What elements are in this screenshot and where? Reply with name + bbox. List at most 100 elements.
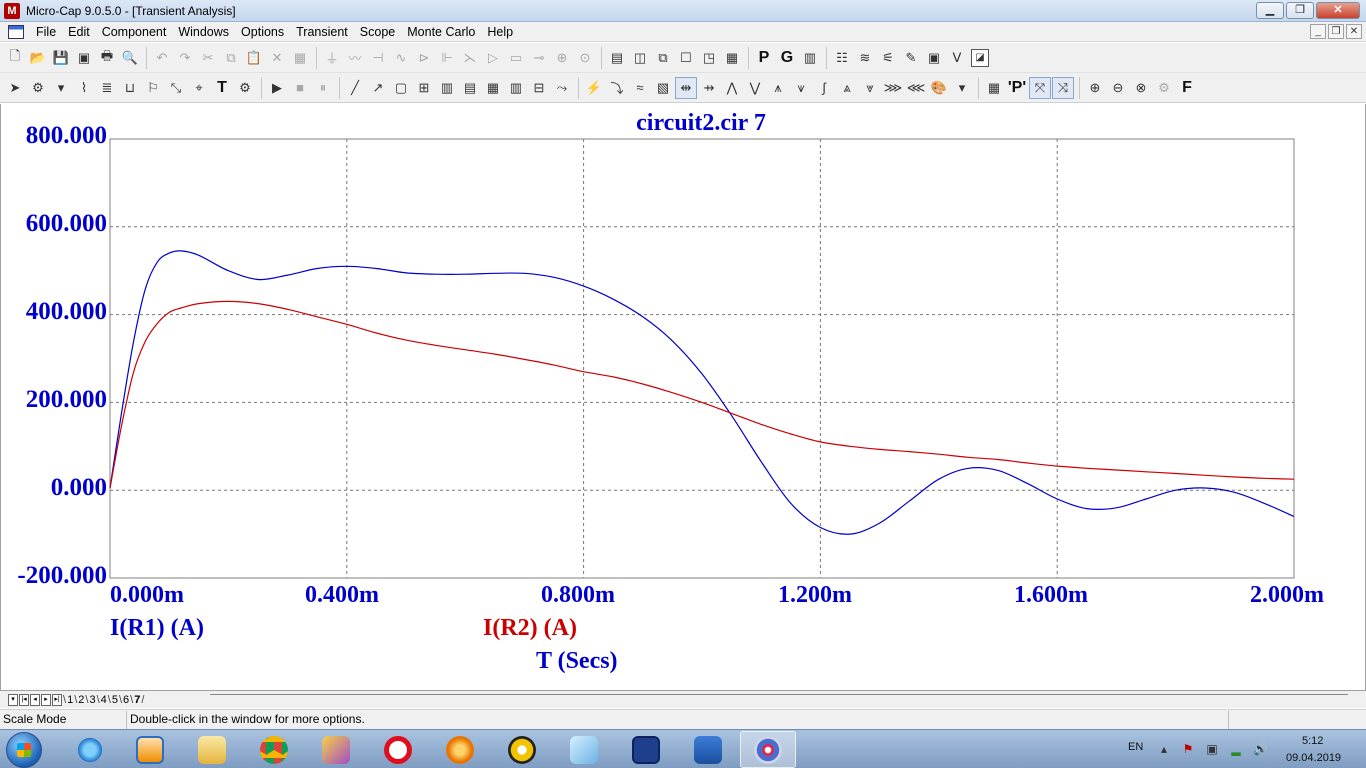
delete-icon[interactable]: ✕	[266, 47, 288, 69]
calculator-icon[interactable]: ▦	[721, 47, 743, 69]
taskbar-archicad[interactable]	[494, 731, 550, 768]
tag-mode-icon[interactable]: ⤧	[1029, 76, 1051, 99]
menu-transient[interactable]: Transient	[290, 25, 354, 39]
tile-vertical-icon[interactable]: ◫	[629, 47, 651, 69]
color-palette-icon[interactable]: 🎨	[928, 77, 950, 99]
column-grid-icon[interactable]: ▥	[436, 77, 458, 99]
taskbar-notepad[interactable]	[556, 731, 612, 768]
ground-component-icon[interactable]: ⏚	[321, 47, 343, 69]
high-icon[interactable]: ⩚	[767, 77, 789, 99]
page-tab-1[interactable]: 1	[66, 694, 74, 706]
next-page-icon[interactable]: ▸	[41, 693, 51, 706]
page-tab-4[interactable]: 4	[100, 694, 108, 706]
text-mode-button[interactable]: T	[211, 77, 233, 99]
select-arrow-icon[interactable]: ➤	[4, 77, 26, 99]
first-page-icon[interactable]: ▾	[8, 693, 18, 706]
pause-icon[interactable]: ⏸	[312, 77, 334, 99]
diode-component-icon[interactable]: ⊳	[413, 47, 435, 69]
plot-window[interactable]: circuit2.cir 7 800.000 600.000 400.000 2…	[0, 104, 1366, 690]
menu-options[interactable]: Options	[235, 25, 290, 39]
resistor-component-icon[interactable]: 〰	[344, 47, 366, 69]
battery-component-icon[interactable]: ⊩	[436, 47, 458, 69]
switch-component-icon[interactable]: ⊸	[528, 47, 550, 69]
cursor-valley-icon[interactable]: ⤵	[606, 77, 628, 99]
transistor-component-icon[interactable]: ⋋	[459, 47, 481, 69]
low-icon[interactable]: ⩛	[790, 77, 812, 99]
minimize-button[interactable]: ▁	[1256, 2, 1284, 19]
probe-component-icon[interactable]: ⊙	[574, 47, 596, 69]
window-split-icon[interactable]: ◳	[698, 47, 720, 69]
taskbar-micro-cap[interactable]	[740, 731, 796, 768]
menu-scope[interactable]: Scope	[354, 25, 401, 39]
taskbar-file-explorer[interactable]	[184, 731, 240, 768]
close-button[interactable]: ✕	[1316, 2, 1360, 19]
cursor-peak-icon[interactable]: ⚡	[583, 77, 605, 99]
wire-mode-icon[interactable]: ⌇	[73, 77, 95, 99]
valley-icon[interactable]: ⋁	[744, 77, 766, 99]
bottom-icon[interactable]: ⋘	[905, 77, 927, 99]
transient-plot[interactable]	[1, 104, 1365, 690]
copy-icon[interactable]: ⧉	[220, 47, 242, 69]
clock-time[interactable]: 5:12	[1302, 735, 1323, 747]
taskbar-save-app[interactable]	[618, 731, 674, 768]
taskbar-media-player[interactable]	[122, 731, 178, 768]
run-icon[interactable]: ▶	[266, 77, 288, 99]
menu-edit[interactable]: Edit	[62, 25, 96, 39]
taskbar-word[interactable]	[680, 731, 736, 768]
window-icon[interactable]: ☐	[675, 47, 697, 69]
page-tab-3[interactable]: 3	[88, 694, 96, 706]
rectangle-draw-icon[interactable]: ▢	[390, 77, 412, 99]
paste-icon[interactable]: 📋	[243, 47, 265, 69]
redo-icon[interactable]: ↷	[174, 47, 196, 69]
top-icon[interactable]: ⋙	[882, 77, 904, 99]
menu-component[interactable]: Component	[96, 25, 173, 39]
trace-icon[interactable]: ⤳	[551, 77, 573, 99]
page-tab-2[interactable]: 2	[77, 694, 85, 706]
print-icon[interactable]: 🖶	[96, 47, 118, 69]
network-error-icon[interactable]: ⚑	[1181, 742, 1195, 756]
series-line-ir2[interactable]	[109, 300, 1295, 489]
taskbar-chrome[interactable]	[246, 731, 302, 768]
doc-minimize-button[interactable]: _	[1310, 24, 1326, 39]
properties-icon[interactable]: ⚙	[234, 77, 256, 99]
component-mode-icon[interactable]: ⚙	[27, 77, 49, 99]
global-low-icon[interactable]: ⩔	[859, 77, 881, 99]
page-tab-7[interactable]: 7	[133, 694, 141, 706]
inflection-icon[interactable]: ∫	[813, 77, 835, 99]
scale-mode-icon[interactable]: ⤡	[165, 77, 187, 99]
menu-help[interactable]: Help	[481, 25, 519, 39]
series-label-ir1[interactable]: I(R1) (A)	[110, 615, 204, 642]
point-tag-icon[interactable]: ⤨	[1052, 76, 1074, 99]
rewind-page-icon[interactable]: |◂	[19, 693, 29, 706]
print-preview-icon[interactable]: 🔍	[119, 47, 141, 69]
menu-windows[interactable]: Windows	[172, 25, 235, 39]
flag-mode-icon[interactable]: ⚐	[142, 77, 164, 99]
grid-toggle-icon[interactable]: ⊞	[413, 77, 435, 99]
line-draw-icon[interactable]: ╱	[344, 77, 366, 99]
taskbar-inkscape[interactable]	[308, 731, 364, 768]
settings-gear-icon[interactable]: ⚙	[1153, 77, 1175, 99]
g-key-button[interactable]: G	[776, 47, 798, 69]
taskbar-nero[interactable]	[432, 731, 488, 768]
volume-icon[interactable]: 🔊	[1253, 742, 1268, 756]
series-label-ir2[interactable]: I(R2) (A)	[483, 615, 577, 642]
macro-component-icon[interactable]: ▭	[505, 47, 527, 69]
arrow-draw-icon[interactable]: ↗	[367, 77, 389, 99]
cursor-left-right-icon[interactable]: ⇹	[675, 76, 697, 99]
bus-mode-icon[interactable]: ≣	[96, 77, 118, 99]
font-button[interactable]: F	[1176, 77, 1198, 99]
start-button[interactable]	[6, 732, 42, 768]
stepping-icon[interactable]: ⚟	[877, 47, 899, 69]
tray-expand-icon[interactable]: ▴	[1157, 742, 1171, 756]
save-all-icon[interactable]: ▣	[73, 47, 95, 69]
table-grid-icon[interactable]: ▦	[482, 77, 504, 99]
zoom-fit-icon[interactable]: ⊗	[1130, 77, 1152, 99]
p-label-button[interactable]: 'P'	[1006, 77, 1028, 99]
menu-monte-carlo[interactable]: Monte Carlo	[401, 25, 481, 39]
axis-toggle-icon[interactable]: ⊟	[528, 77, 550, 99]
inductor-component-icon[interactable]: ∿	[390, 47, 412, 69]
probe-pen-icon[interactable]: ✎	[900, 47, 922, 69]
signal-icon[interactable]: ▂	[1229, 742, 1243, 756]
document-window-icon[interactable]	[8, 24, 24, 39]
select-all-icon[interactable]: ▦	[289, 47, 311, 69]
